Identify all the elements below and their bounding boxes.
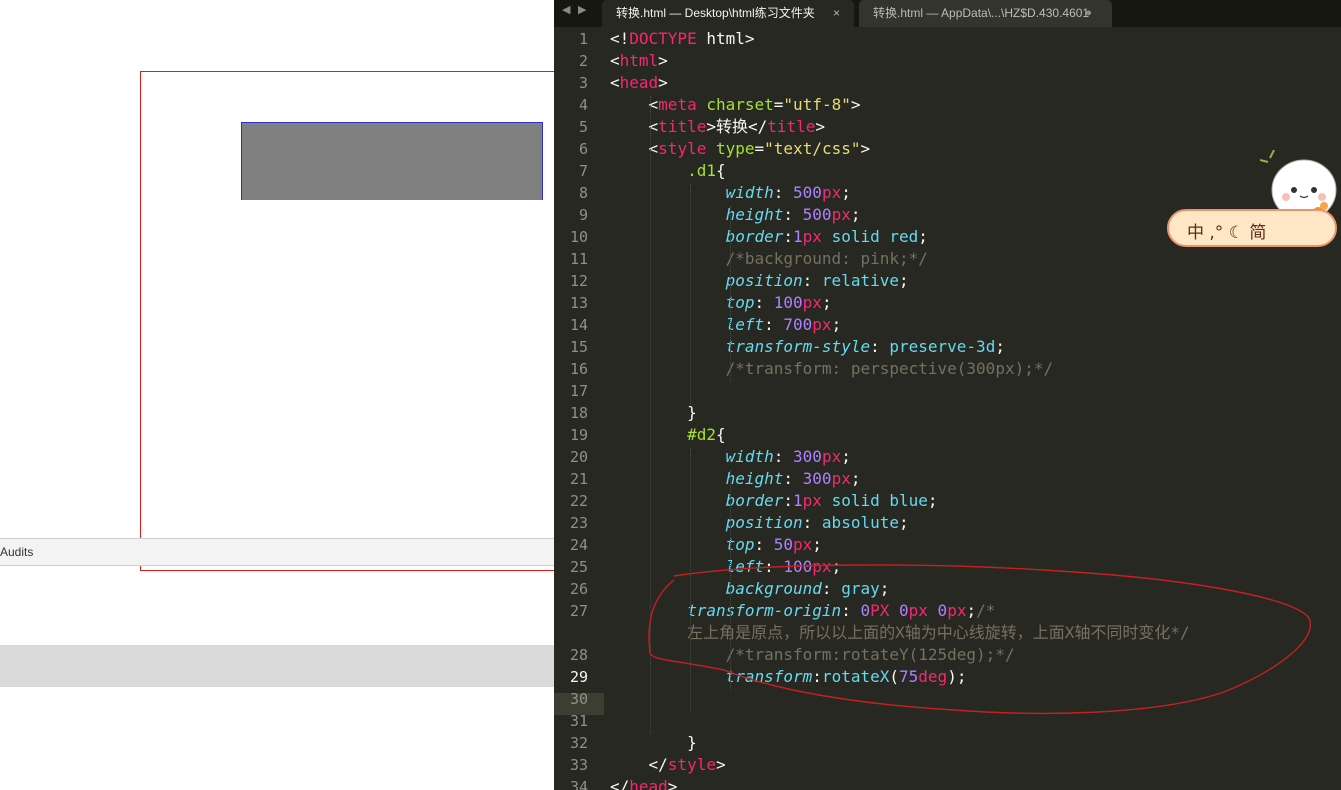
ime-toolbar[interactable]: 中 ,° ☾ 简 bbox=[1167, 209, 1337, 247]
devtools-panel-row bbox=[0, 645, 554, 687]
ime-status-text: 中 ,° ☾ 简 bbox=[1187, 223, 1267, 243]
code-editor: ◀ ▶ 转换.html — Desktop\html练习文件夹 × 转换.htm… bbox=[554, 0, 1341, 790]
d2-gray-box bbox=[241, 122, 543, 200]
devtools-tab-audits[interactable]: Audits bbox=[0, 545, 33, 559]
annotation-circle bbox=[648, 564, 1312, 715]
browser-preview: Audits bbox=[0, 0, 554, 790]
devtools-tabbar: Audits bbox=[0, 538, 554, 566]
